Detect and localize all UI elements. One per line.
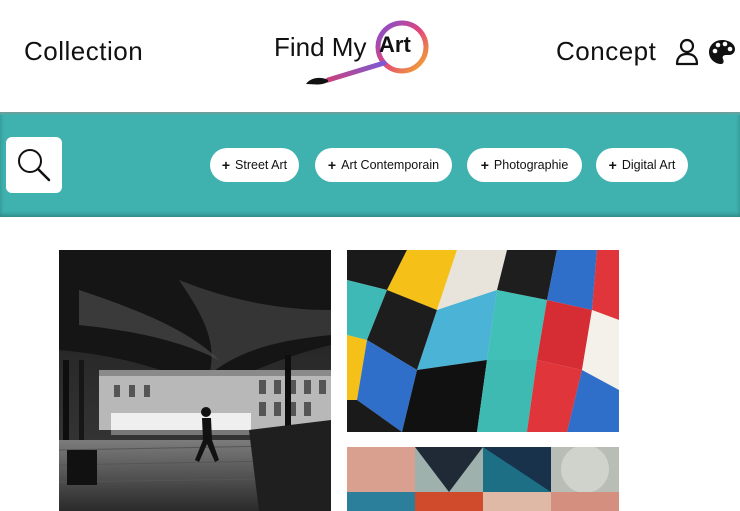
chip-label: Street Art [235,158,288,172]
plus-icon: + [327,157,337,173]
search-icon [18,149,51,182]
artwork-tile-mural[interactable] [347,250,619,432]
black-and-white-venice-photo [59,250,331,511]
plus-icon: + [480,157,489,173]
chip-label: Art Contemporain [341,158,440,172]
site-header: Collection Find My Art Concept [0,0,740,112]
colorful-abstract-mural [347,250,619,432]
filter-chip-digital-art[interactable]: + Digital Art [596,148,688,182]
filter-chip-photographie[interactable]: + Photographie [467,148,582,182]
plus-icon: + [221,157,231,173]
artwork-tile-photo[interactable] [59,250,331,511]
plus-icon: + [608,157,617,173]
nav-collection-link[interactable]: Collection [24,36,143,67]
logo[interactable]: Find My Art [272,18,432,90]
user-icon[interactable] [674,38,700,66]
chip-label: Photographie [493,158,569,172]
chip-label: Digital Art [621,158,676,172]
search-button[interactable] [6,137,62,193]
nav-concept-link[interactable]: Concept [556,36,656,67]
filter-bar: + Street Art + Art Contemporain + Photog… [0,112,740,217]
palette-icon[interactable] [708,38,735,66]
geometric-shapes-artwork [347,447,619,511]
logo-art-text: Art [379,32,411,57]
filter-chip-art-contemporain[interactable]: + Art Contemporain [315,148,452,182]
artwork-tile-geometric[interactable] [347,447,619,511]
filter-chip-street-art[interactable]: + Street Art [210,148,299,182]
